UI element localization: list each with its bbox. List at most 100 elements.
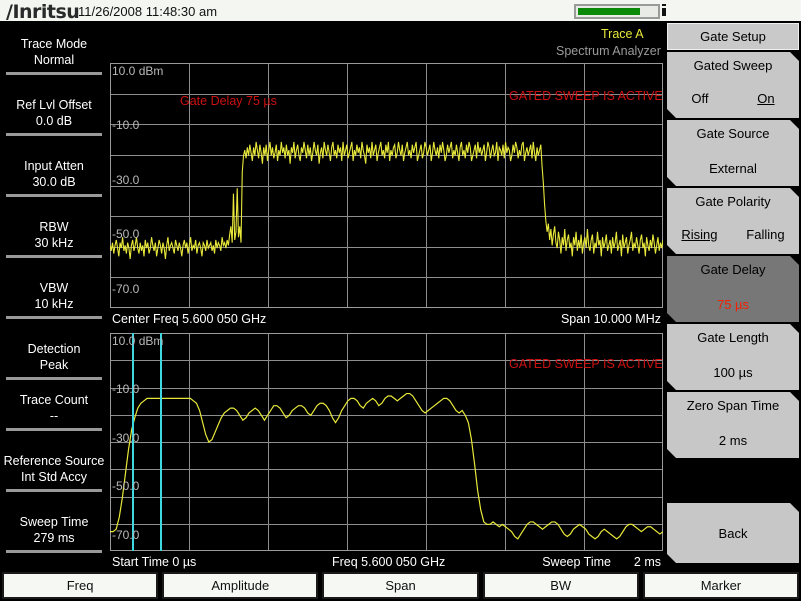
sidebar-divider <box>6 72 102 75</box>
menu-option-falling[interactable]: Falling <box>746 227 784 242</box>
spectrum-status-bar: Center Freq 5.600 050 GHz Span 10.000 MH… <box>110 312 663 330</box>
y-axis-tick-label: -30.0 <box>112 172 140 187</box>
y-axis-tick-label: 10.0 dBm <box>112 334 164 348</box>
sidebar-divider <box>6 316 102 319</box>
sidebar-divider <box>6 255 102 258</box>
y-axis-tick-label: 10.0 dBm <box>112 64 164 78</box>
menu-item-gate-delay[interactable]: Gate Delay 75 µs <box>667 256 799 322</box>
sweep-time-label: Sweep Time <box>542 555 611 569</box>
sidebar-item-value: Int Std Accy <box>20 470 87 484</box>
menu-option-off[interactable]: Off <box>691 91 708 106</box>
sidebar-item-rbw[interactable]: RBW 30 kHz <box>0 219 108 258</box>
battery-icon <box>574 4 660 19</box>
menu-item-gated-sweep[interactable]: Gated Sweep Off On <box>667 52 799 118</box>
toolbar-button-label: Span <box>385 578 416 593</box>
menu-option-rising[interactable]: Rising <box>681 227 717 242</box>
toolbar-button-freq[interactable]: Freq <box>2 572 159 599</box>
toolbar-button-label: Amplitude <box>211 578 270 593</box>
menu-item-value: 100 µs <box>713 365 753 380</box>
sidebar-item-value: 10 kHz <box>34 297 74 311</box>
menu-item-label: Gate Length <box>697 330 769 345</box>
menu-item-value: 75 µs <box>716 297 750 312</box>
right-soft-menu: Gate Setup Gated Sweep Off On Gate Source Ext… <box>665 23 801 570</box>
sidebar-item-trace-mode[interactable]: Trace Mode Normal <box>0 36 108 75</box>
title-bar: /Inritsu 11/26/2008 11:48:30 am <box>0 0 801 23</box>
sidebar-item-label: Reference Source <box>3 454 105 468</box>
menu-item-label: Gate Polarity <box>695 194 771 209</box>
anritsu-logo: /Inritsu <box>6 1 80 23</box>
gate-end-marker <box>160 333 162 551</box>
center-freq-label: Center Freq 5.600 050 GHz <box>112 312 267 326</box>
sidebar-item-value: 279 ms <box>33 531 75 545</box>
zero-span-freq-label: Freq 5.600 050 GHz <box>332 555 446 569</box>
menu-item-gate-source[interactable]: Gate Source External <box>667 120 799 186</box>
y-axis-tick-label: -10.0 <box>112 382 140 397</box>
sidebar-divider <box>6 428 102 431</box>
menu-item-gate-polarity[interactable]: Gate Polarity Rising Falling <box>667 188 799 254</box>
y-axis-tick-label: -70.0 <box>112 281 140 296</box>
sidebar-item-label: RBW <box>39 220 69 234</box>
gate-delay-annotation: Gate Delay 75 µs <box>180 94 277 108</box>
sidebar-item-sweep-time[interactable]: Sweep Time 279 ms <box>0 514 108 553</box>
sidebar-item-reference-source[interactable]: Reference Source Int Std Accy <box>0 453 108 492</box>
sidebar-item-label: VBW <box>39 281 69 295</box>
sidebar-divider <box>6 377 102 380</box>
menu-item-back[interactable]: Back <box>667 503 799 563</box>
y-axis-tick-label: -30.0 <box>112 430 140 445</box>
menu-item-label: Gated Sweep <box>693 58 773 73</box>
spectrum-analyzer-screen: /Inritsu 11/26/2008 11:48:30 am Trace A … <box>0 0 801 601</box>
menu-item-options: Rising Falling <box>667 227 799 242</box>
sidebar-item-value: Normal <box>33 53 75 67</box>
toolbar-button-label: BW <box>550 578 572 593</box>
sidebar-item-value: 30 kHz <box>34 236 74 250</box>
sidebar-item-trace-count[interactable]: Trace Count -- <box>0 392 108 431</box>
sidebar-item-vbw[interactable]: VBW 10 kHz <box>0 280 108 319</box>
menu-item-value: 2 ms <box>718 433 748 448</box>
sidebar-item-detection[interactable]: Detection Peak <box>0 341 108 380</box>
toolbar-button-label: Freq <box>66 578 94 593</box>
span-label: Span 10.000 MHz <box>560 312 661 326</box>
sidebar-item-ref-lvl-offset[interactable]: Ref Lvl Offset 0.0 dB <box>0 97 108 136</box>
menu-item-label: Gate Delay <box>700 262 766 277</box>
battery-terminal-icon <box>662 4 666 16</box>
mode-label: Spectrum Analyzer <box>556 44 661 58</box>
menu-item-label: Back <box>718 525 748 541</box>
menu-title-label: Gate Setup <box>700 29 766 44</box>
sweep-time-value: 2 ms <box>633 555 661 569</box>
toolbar-button-span[interactable]: Span <box>322 572 479 599</box>
sidebar-divider <box>6 489 102 492</box>
datetime-label: 11/26/2008 11:48:30 am <box>78 4 218 19</box>
left-parameter-sidebar: Trace Mode Normal Ref Lvl Offset 0.0 dB Inpu… <box>0 23 108 570</box>
trace-a-label: Trace A <box>601 27 644 41</box>
start-time-label: Start Time 0 µs <box>112 555 197 569</box>
menu-item-value: External <box>709 161 757 176</box>
menu-title-gate-setup[interactable]: Gate Setup <box>667 23 799 50</box>
toolbar-button-bw[interactable]: BW <box>482 572 639 599</box>
toolbar-button-amplitude[interactable]: Amplitude <box>162 572 319 599</box>
toolbar-button-label: Marker <box>700 578 742 593</box>
menu-item-options: Off On <box>667 91 799 106</box>
sidebar-item-label: Ref Lvl Offset <box>16 98 92 112</box>
menu-item-gate-length[interactable]: Gate Length 100 µs <box>667 324 799 390</box>
sidebar-item-value: 0.0 dB <box>35 114 73 128</box>
menu-item-zero-span-time[interactable]: Zero Span Time 2 ms <box>667 392 799 458</box>
sidebar-item-label: Trace Count <box>19 393 89 407</box>
sidebar-divider <box>6 133 102 136</box>
sidebar-divider <box>6 550 102 553</box>
menu-item-label: Zero Span Time <box>686 398 780 413</box>
bottom-toolbar: Freq Amplitude Span BW Marker <box>0 570 801 601</box>
toolbar-button-marker[interactable]: Marker <box>642 572 800 599</box>
sidebar-item-value: -- <box>49 409 59 423</box>
menu-option-on[interactable]: On <box>757 91 774 106</box>
sidebar-item-label: Trace Mode <box>20 37 88 51</box>
sidebar-item-input-atten[interactable]: Input Atten 30.0 dB <box>0 158 108 197</box>
sidebar-item-value: Peak <box>39 358 69 372</box>
y-axis-tick-label: -50.0 <box>112 227 140 242</box>
sidebar-item-label: Detection <box>27 342 81 356</box>
y-axis-tick-label: -70.0 <box>112 527 140 542</box>
sidebar-item-label: Sweep Time <box>19 515 89 529</box>
battery-fill <box>578 8 640 15</box>
y-axis-tick-label: -10.0 <box>112 118 140 133</box>
sidebar-divider <box>6 194 102 197</box>
y-axis-tick-label: -50.0 <box>112 479 140 494</box>
